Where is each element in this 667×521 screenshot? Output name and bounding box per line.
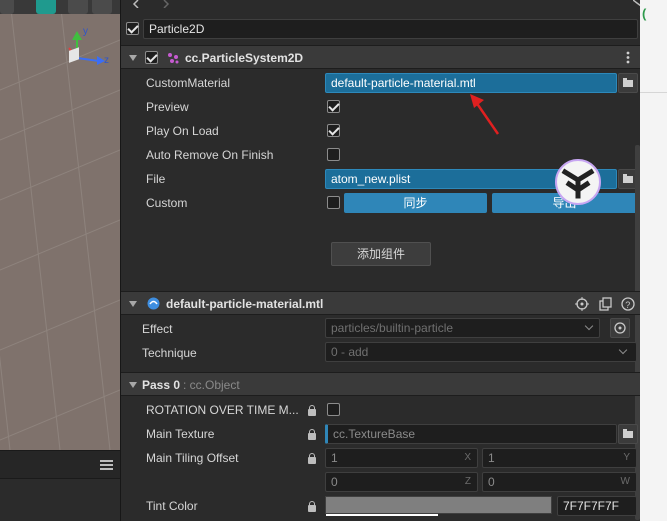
effect-locate-button[interactable] [610,318,630,338]
scene-viewport[interactable]: y z [0,0,120,450]
divider [640,92,667,93]
tiling-y-input[interactable]: 1 Y [482,448,637,468]
technique-select[interactable]: 0 - add [325,342,637,362]
custom-material-field[interactable]: default-particle-material.mtl [325,73,617,93]
toolbar-button[interactable] [0,0,14,14]
tiling-x-input[interactable]: 1 X [325,448,478,468]
folder-icon [623,78,633,87]
main-texture-row: Main Texture cc.TextureBase [121,424,641,446]
lock-icon [308,429,316,440]
material-icon [147,297,160,310]
material-header[interactable]: default-particle-material.mtl ? [121,291,641,315]
auto-remove-checkbox[interactable] [327,148,340,161]
technique-row: Technique 0 - add [121,342,641,364]
hamburger-icon[interactable] [100,460,113,471]
svg-text:?: ? [625,300,630,310]
play-on-load-row: Play On Load [121,120,641,142]
auto-remove-label: Auto Remove On Finish [146,148,274,162]
inspector-nav [121,0,642,14]
main-tiling-offset-label: Main Tiling Offset [146,451,239,465]
rotation-checkbox[interactable] [327,403,340,416]
tiling-w-axis: W [620,476,630,487]
gear-icon[interactable] [92,0,112,14]
console-panel [0,450,120,521]
effect-row: Effect particles/builtin-particle [121,318,641,340]
browser-edge: ( [640,0,667,521]
forward-arrow-icon[interactable] [161,0,171,8]
browser-edge-icon: ( [642,6,647,21]
asset-picker-button[interactable] [618,73,638,93]
rotation-label: ROTATION OVER TIME M... [146,403,299,417]
tiling-w-input[interactable]: 0 W [482,472,637,492]
watermark-logo-icon [555,159,601,205]
collapse-triangle-icon[interactable] [129,301,137,307]
tiling-z-axis: Z [464,476,471,487]
texture-picker-button[interactable] [618,424,638,444]
component-title: cc.ParticleSystem2D [185,51,304,65]
effect-label: Effect [142,322,173,336]
main-tiling-offset-row: Main Tiling Offset 1 X 1 Y 0 Z 0 W [121,448,641,494]
file-label: File [146,172,166,186]
main-texture-field[interactable]: cc.TextureBase [325,424,617,444]
more-menu-icon[interactable] [626,51,630,64]
custom-material-label: CustomMaterial [146,76,231,90]
help-icon[interactable]: ? [621,297,635,311]
axis-y-label: y [83,26,88,37]
collapse-triangle-icon[interactable] [129,55,137,61]
preview-row: Preview [121,96,641,118]
node-name-row: Particle2D [121,18,641,40]
tint-color-label: Tint Color [146,499,198,513]
rotation-row: ROTATION OVER TIME M... [121,400,641,422]
technique-label: Technique [142,346,197,360]
custom-checkbox[interactable] [327,196,340,209]
lock-icon [308,453,316,464]
locate-icon [614,322,626,334]
copy-icon[interactable] [599,297,613,311]
inspector-panel: Particle2D cc.ParticleSystem2D CustomMat… [120,0,642,521]
play-on-load-label: Play On Load [146,124,219,138]
alpha-bar [326,514,438,516]
collapse-triangle-icon[interactable] [129,382,137,388]
add-component-button[interactable]: 添加组件 [331,242,431,266]
tint-color-row: Tint Color 7F7F7F7F [121,496,641,520]
tiling-w-value: 0 [488,475,495,489]
component-enabled-checkbox[interactable] [145,51,158,64]
lock-icon [308,501,316,512]
custom-material-row: CustomMaterial default-particle-material… [121,72,641,94]
effect-select[interactable]: particles/builtin-particle [325,318,600,338]
tiling-z-input[interactable]: 0 Z [325,472,478,492]
tiling-x-value: 1 [331,451,338,465]
node-name-input[interactable]: Particle2D [143,19,638,39]
tint-color-swatch[interactable] [325,496,552,516]
component-header[interactable]: cc.ParticleSystem2D [121,45,641,69]
main-texture-label: Main Texture [146,427,215,441]
tiling-y-value: 1 [488,451,495,465]
preview-label: Preview [146,100,189,114]
back-arrow-icon[interactable] [131,0,141,8]
sync-button[interactable]: 同步 [344,193,487,213]
tiling-z-value: 0 [331,475,338,489]
play-on-load-checkbox[interactable] [327,124,340,137]
folder-icon [623,429,633,438]
scene-toolbar [0,0,120,14]
tiling-y-axis: Y [623,452,630,463]
material-title: default-particle-material.mtl [166,297,324,311]
axis-z-label: z [104,55,109,66]
particle-icon [168,53,179,64]
console-toolbar [0,451,120,479]
node-active-checkbox[interactable] [126,22,139,35]
pass-header[interactable]: Pass 0 : cc.Object [121,372,641,396]
pass-title: Pass 0 [142,378,181,392]
pass-type: : cc.Object [183,378,240,392]
lock-icon [308,405,316,416]
bulb-icon[interactable] [36,0,56,14]
camera-icon[interactable] [68,0,88,14]
custom-label: Custom [146,196,188,210]
locate-icon[interactable] [575,297,589,311]
preview-checkbox[interactable] [327,100,340,113]
tint-color-hex-input[interactable]: 7F7F7F7F [557,496,637,516]
tiling-x-axis: X [464,452,471,463]
